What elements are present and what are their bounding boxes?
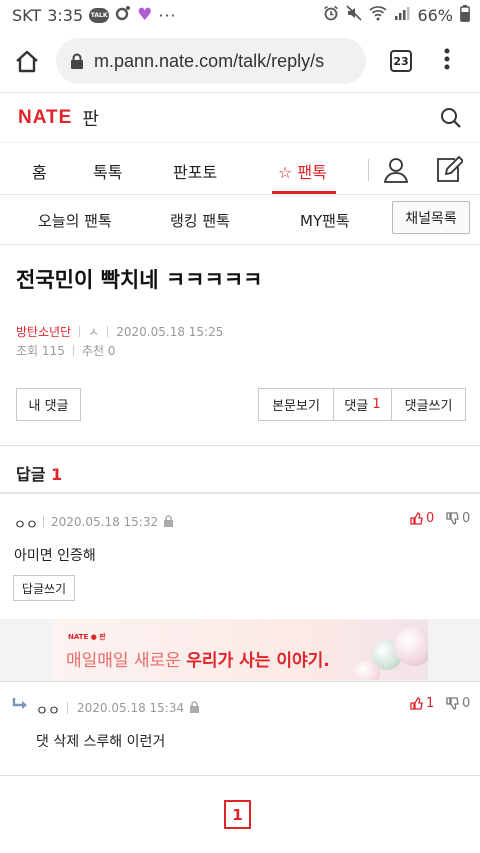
upvote-count: 0 [426, 511, 435, 526]
post-title: 전국민이 빡치네 ㅋㅋㅋㅋㅋ [16, 268, 263, 292]
downvote-count: 0 [462, 696, 471, 711]
lock-icon [71, 53, 83, 69]
views-stat: 조회 115 [16, 344, 65, 358]
comment-date: 2020.05.18 15:34 [77, 701, 185, 715]
replies-count: 1 [51, 465, 63, 484]
clock: 3:35 [47, 5, 84, 25]
pann-label[interactable]: 판 [82, 105, 99, 131]
upvote-button[interactable]: 0 [410, 511, 434, 526]
author-grade-icon: ㅅ [88, 325, 100, 339]
comment-body: 댓 삭제 스루해 이런거 [36, 734, 166, 750]
upvote-count: 1 [426, 696, 435, 711]
active-tab-indicator [272, 191, 336, 194]
comment-author: ㅇㅇ [14, 518, 38, 533]
comments-button[interactable]: 댓글 1 [333, 388, 392, 421]
pearl-decoration [354, 660, 380, 680]
meta-divider [67, 702, 68, 714]
site-header: NATE 판 [0, 93, 480, 143]
subnav-today-fantalk[interactable]: 오늘의 팬톡 [38, 210, 112, 231]
subnav-my-fantalk[interactable]: MY팬톡 [300, 210, 350, 231]
search-icon[interactable] [440, 107, 462, 129]
post-stats: 조회 115 추천 0 [16, 342, 115, 359]
page-current[interactable]: 1 [224, 800, 251, 829]
ad-text: 매일매일 새로운 우리가 사는 이야기. [66, 651, 330, 671]
url-text: m.pann.nate.com/talk/reply/s [94, 50, 325, 71]
carrier: SKT [12, 5, 42, 25]
upvote-button[interactable]: 1 [410, 696, 434, 711]
comments-label: 댓글 [344, 399, 369, 414]
kakaotalk-icon: TALK [89, 7, 110, 23]
thumbs-down-icon [446, 697, 459, 710]
replies-label: 답글 [16, 465, 46, 484]
battery-level: 66% [417, 5, 453, 25]
signal-icon [394, 5, 410, 25]
more-notifications-icon: ··· [158, 5, 177, 25]
view-post-button[interactable]: 본문보기 [258, 388, 334, 421]
thumbs-up-icon [410, 697, 423, 710]
meta-divider [107, 326, 109, 337]
section-divider [0, 445, 480, 446]
browser-toolbar: m.pann.nate.com/talk/reply/s 23 [0, 30, 480, 93]
alarm-icon [323, 5, 339, 25]
subnav-ranking-fantalk[interactable]: 랭킹 팬톡 [170, 210, 230, 231]
section-divider [0, 492, 480, 494]
browser-menu-button[interactable] [444, 48, 450, 75]
pearl-decoration [394, 626, 428, 666]
post-meta: 방탄소년단 ㅅ 2020.05.18 15:25 [16, 323, 223, 340]
tab-pannphoto[interactable]: 판포토 [173, 159, 217, 183]
home-icon [16, 50, 38, 73]
tab-toktok[interactable]: 톡톡 [93, 159, 122, 183]
tab-fantalk[interactable]: ☆ 팬톡 [278, 159, 327, 183]
reply-write-button[interactable]: 답글쓰기 [13, 575, 75, 601]
lock-icon [190, 701, 199, 713]
downvote-button[interactable]: 0 [446, 696, 470, 711]
comments-count: 1 [372, 397, 381, 412]
comment-author: ㅇㅇ [36, 704, 60, 719]
status-bar: SKT 3:35 TALK ♥ ··· 66% [0, 0, 480, 30]
thumbs-down-icon [446, 512, 459, 525]
section-divider [0, 775, 480, 776]
heart-icon: ♥ [137, 4, 153, 25]
thumbs-up-icon [410, 512, 423, 525]
channel-list-button[interactable]: 채널목록 [392, 201, 470, 234]
post-author[interactable]: 방탄소년단 [16, 323, 71, 340]
section-divider [0, 681, 480, 682]
user-icon[interactable] [383, 157, 409, 183]
tab-switcher-button[interactable]: 23 [390, 50, 412, 72]
wifi-icon [369, 5, 388, 25]
main-nav: 홈 톡톡 판포토 ☆ 팬톡 [0, 143, 480, 195]
reply-arrow-icon [12, 698, 27, 709]
replies-heading: 답글 1 [16, 461, 62, 485]
write-icon[interactable] [435, 156, 463, 184]
likes-stat: 추천 0 [81, 344, 116, 358]
sub-nav: 오늘의 팬톡 랭킹 팬톡 MY팬톡 채널목록 [0, 195, 480, 245]
meta-divider [72, 345, 74, 356]
ad-logo: NATE ● 판 [68, 633, 106, 641]
more-vert-icon [444, 48, 450, 69]
downvote-button[interactable]: 0 [446, 511, 470, 526]
home-button[interactable] [12, 46, 42, 76]
tab-home[interactable]: 홈 [32, 159, 47, 183]
comment-date: 2020.05.18 15:32 [51, 515, 159, 529]
nate-logo[interactable]: NATE [18, 107, 72, 129]
mute-icon [346, 5, 363, 25]
notification-app-icon [115, 5, 131, 25]
post-date: 2020.05.18 15:25 [116, 324, 224, 339]
nav-divider [368, 159, 369, 181]
meta-divider [79, 326, 81, 337]
downvote-count: 0 [462, 511, 471, 526]
write-comment-button[interactable]: 댓글쓰기 [391, 388, 466, 421]
lock-icon [164, 515, 173, 527]
comment-body: 아미면 인증해 [14, 548, 96, 564]
my-comments-button[interactable]: 내 댓글 [16, 388, 81, 421]
ad-banner[interactable]: NATE ● 판 매일매일 새로운 우리가 사는 이야기. [54, 620, 428, 680]
meta-divider [43, 516, 44, 528]
battery-icon [460, 4, 470, 26]
address-bar[interactable]: m.pann.nate.com/talk/reply/s [56, 38, 366, 84]
